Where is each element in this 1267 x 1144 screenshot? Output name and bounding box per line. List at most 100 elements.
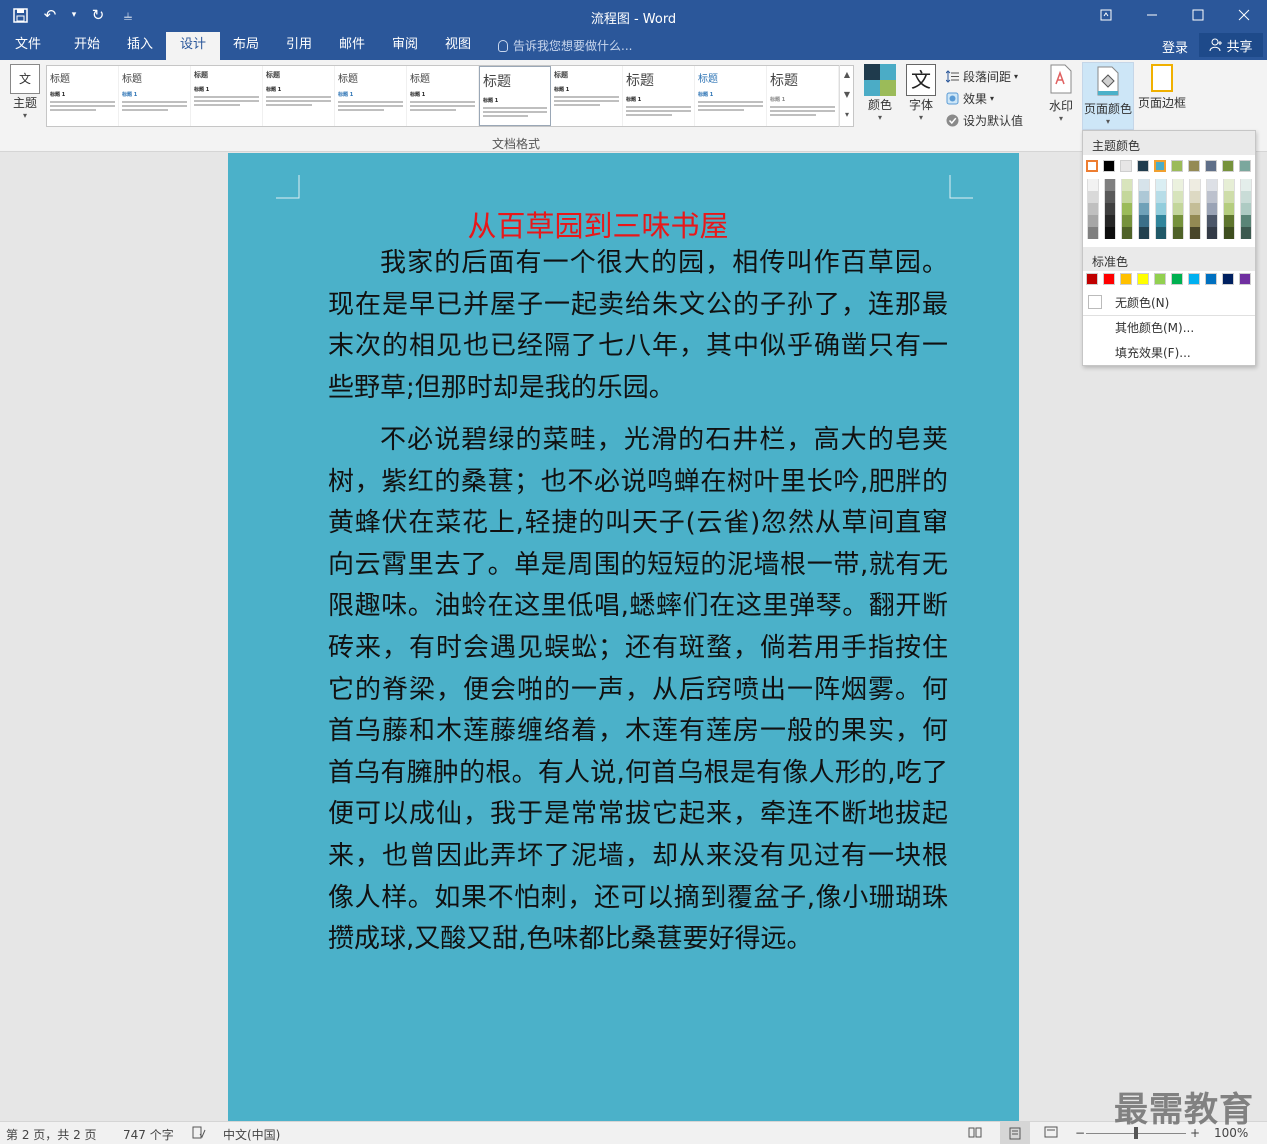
- color-swatch[interactable]: [1223, 215, 1235, 227]
- read-mode-icon[interactable]: [968, 1126, 982, 1142]
- color-swatch[interactable]: [1223, 227, 1235, 239]
- style-set-8[interactable]: 标题 标题 1: [551, 66, 623, 126]
- watermark-button[interactable]: 水印 ▾: [1040, 64, 1082, 123]
- set-default-button[interactable]: 设为默认值: [946, 109, 1023, 131]
- color-swatch[interactable]: [1239, 160, 1251, 172]
- gallery-up-icon[interactable]: ▲: [840, 65, 854, 85]
- page-count[interactable]: 第 2 页，共 2 页: [6, 1126, 97, 1143]
- page-borders-button[interactable]: 页面边框: [1136, 64, 1188, 111]
- color-swatch[interactable]: [1087, 227, 1099, 239]
- style-set-1[interactable]: 标题 标题 1: [47, 66, 119, 126]
- document-page[interactable]: 从百草园到三味书屋 我家的后面有一个很大的园，相传叫作百草园。现在是早已并屋子一…: [228, 153, 1019, 1121]
- color-swatch[interactable]: [1104, 215, 1116, 227]
- paragraph-spacing-button[interactable]: 段落间距 ▾: [946, 65, 1023, 87]
- tab-file[interactable]: 文件: [0, 32, 56, 60]
- style-set-10[interactable]: 标题 标题 1: [695, 66, 767, 126]
- color-swatch[interactable]: [1223, 179, 1235, 191]
- gallery-scroll[interactable]: ▲ ▼ ▾: [839, 65, 854, 127]
- style-set-5[interactable]: 标题 标题 1: [335, 66, 407, 126]
- color-swatch[interactable]: [1087, 191, 1099, 203]
- style-set-3[interactable]: 标题 标题 1: [191, 66, 263, 126]
- color-swatch[interactable]: [1155, 227, 1167, 239]
- color-swatch[interactable]: [1087, 203, 1099, 215]
- style-set-11[interactable]: 标题 标题 1: [767, 66, 839, 126]
- color-swatch[interactable]: [1206, 191, 1218, 203]
- color-swatch[interactable]: [1189, 203, 1201, 215]
- color-swatch[interactable]: [1222, 160, 1234, 172]
- color-swatch[interactable]: [1172, 227, 1184, 239]
- share-button[interactable]: 共享: [1199, 33, 1263, 57]
- color-swatch[interactable]: [1137, 273, 1149, 285]
- style-set-7[interactable]: 标题 标题 1: [479, 66, 551, 126]
- color-swatch[interactable]: [1240, 191, 1252, 203]
- colors-button[interactable]: 颜色 ▾: [862, 64, 898, 122]
- color-swatch[interactable]: [1104, 203, 1116, 215]
- color-swatch[interactable]: [1189, 179, 1201, 191]
- color-swatch[interactable]: [1189, 227, 1201, 239]
- tab-design[interactable]: 设计: [166, 32, 220, 60]
- language-indicator[interactable]: 中文(中国): [223, 1126, 280, 1143]
- print-layout-icon[interactable]: [1000, 1122, 1030, 1144]
- tab-review[interactable]: 审阅: [378, 32, 432, 60]
- color-swatch[interactable]: [1104, 191, 1116, 203]
- tab-layout[interactable]: 布局: [220, 32, 272, 60]
- tab-view[interactable]: 视图: [432, 32, 484, 60]
- color-swatch[interactable]: [1205, 273, 1217, 285]
- color-swatch[interactable]: [1206, 227, 1218, 239]
- color-swatch[interactable]: [1223, 191, 1235, 203]
- color-swatch[interactable]: [1086, 160, 1098, 172]
- color-swatch[interactable]: [1103, 160, 1115, 172]
- color-swatch[interactable]: [1138, 179, 1150, 191]
- tab-home[interactable]: 开始: [60, 32, 114, 60]
- more-colors-item[interactable]: 其他颜色(M)...: [1115, 319, 1194, 336]
- color-swatch[interactable]: [1154, 273, 1166, 285]
- color-swatch[interactable]: [1138, 203, 1150, 215]
- color-swatch[interactable]: [1239, 273, 1251, 285]
- no-color-item[interactable]: 无颜色(N): [1088, 293, 1169, 311]
- style-set-9[interactable]: 标题 标题 1: [623, 66, 695, 126]
- color-swatch[interactable]: [1240, 203, 1252, 215]
- color-swatch[interactable]: [1171, 160, 1183, 172]
- maximize-icon[interactable]: [1175, 0, 1221, 30]
- minimize-icon[interactable]: [1129, 0, 1175, 30]
- color-swatch[interactable]: [1121, 203, 1133, 215]
- web-layout-icon[interactable]: [1044, 1126, 1058, 1142]
- color-swatch[interactable]: [1206, 203, 1218, 215]
- page-color-button[interactable]: 页面颜色 ▾: [1082, 62, 1134, 130]
- tab-insert[interactable]: 插入: [114, 32, 166, 60]
- login-link[interactable]: 登录: [1162, 37, 1188, 56]
- color-swatch[interactable]: [1172, 191, 1184, 203]
- color-swatch-selected[interactable]: [1154, 160, 1166, 172]
- style-set-2[interactable]: 标题 标题 1: [119, 66, 191, 126]
- color-swatch[interactable]: [1189, 215, 1201, 227]
- color-swatch[interactable]: [1188, 160, 1200, 172]
- color-swatch[interactable]: [1155, 203, 1167, 215]
- color-swatch[interactable]: [1137, 160, 1149, 172]
- color-swatch[interactable]: [1172, 203, 1184, 215]
- style-set-4[interactable]: 标题 标题 1: [263, 66, 335, 126]
- close-icon[interactable]: [1221, 0, 1267, 30]
- color-swatch[interactable]: [1223, 203, 1235, 215]
- color-swatch[interactable]: [1155, 191, 1167, 203]
- fill-effects-item[interactable]: 填充效果(F)...: [1115, 344, 1191, 361]
- ribbon-display-icon[interactable]: [1083, 0, 1129, 30]
- color-swatch[interactable]: [1087, 215, 1099, 227]
- color-swatch[interactable]: [1155, 215, 1167, 227]
- color-swatch[interactable]: [1188, 273, 1200, 285]
- color-swatch[interactable]: [1205, 160, 1217, 172]
- color-swatch[interactable]: [1120, 273, 1132, 285]
- tell-me-box[interactable]: 告诉我您想要做什么...: [498, 37, 632, 54]
- color-swatch[interactable]: [1138, 191, 1150, 203]
- color-swatch[interactable]: [1121, 191, 1133, 203]
- color-swatch[interactable]: [1155, 179, 1167, 191]
- color-swatch[interactable]: [1087, 179, 1099, 191]
- color-swatch[interactable]: [1138, 215, 1150, 227]
- style-set-6[interactable]: 标题 标题 1: [407, 66, 479, 126]
- color-swatch[interactable]: [1086, 273, 1098, 285]
- color-swatch[interactable]: [1206, 215, 1218, 227]
- themes-button[interactable]: 文 主题 ▾: [6, 64, 44, 120]
- color-swatch[interactable]: [1121, 215, 1133, 227]
- color-swatch[interactable]: [1240, 215, 1252, 227]
- zoom-out-icon[interactable]: −: [1075, 1126, 1085, 1140]
- gallery-more-icon[interactable]: ▾: [840, 105, 854, 125]
